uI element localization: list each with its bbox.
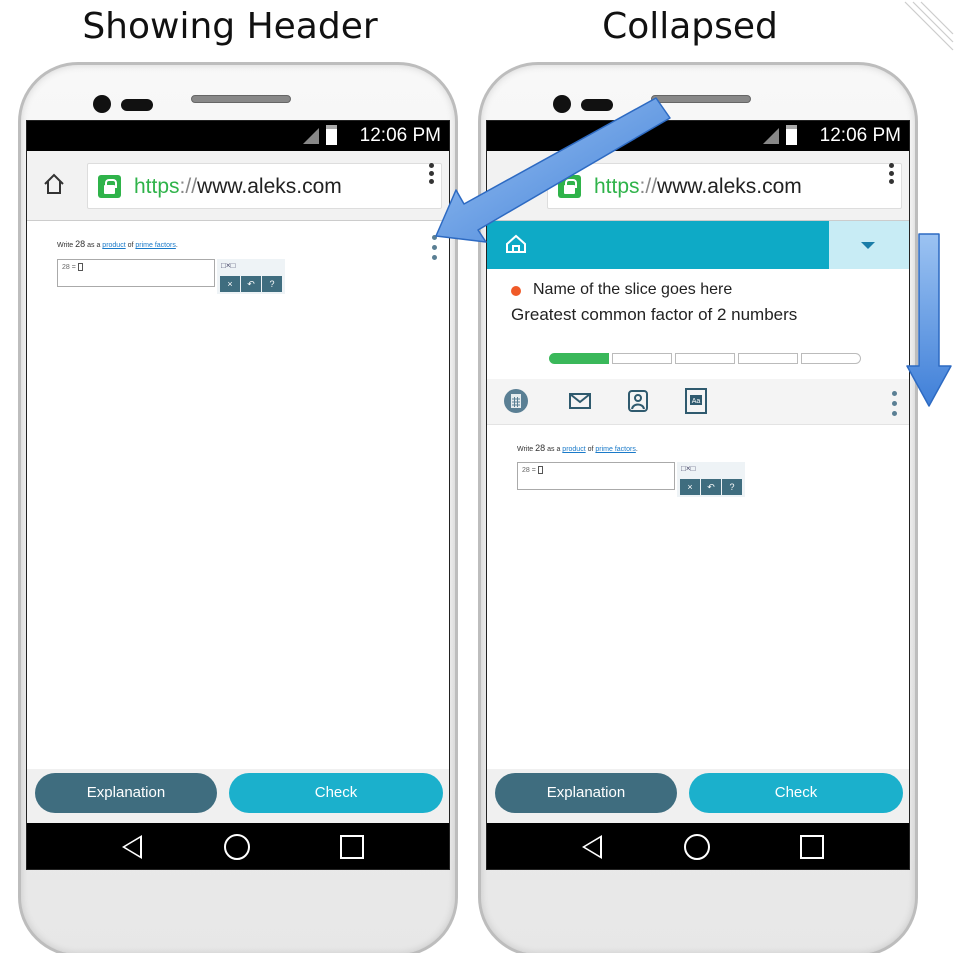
clear-button[interactable]: × <box>220 276 240 292</box>
caption-showing-header: Showing Header <box>82 6 378 47</box>
speaker-grill <box>191 95 291 103</box>
help-button[interactable]: ? <box>722 479 742 495</box>
tool-row: Aa <box>487 379 909 425</box>
status-bar: 12:06 PM <box>27 121 449 151</box>
check-button[interactable]: Check <box>689 773 903 813</box>
android-nav-bar <box>487 823 909 869</box>
question-text: Write 28 as a product of prime factors. <box>57 239 178 249</box>
sensor <box>121 99 153 111</box>
status-time: 12:06 PM <box>359 125 441 146</box>
recents-icon[interactable] <box>340 835 364 859</box>
phone-showing-header: 12:06 PM https://www.aleks.com Write 28 … <box>18 62 458 953</box>
clear-button[interactable]: × <box>680 479 700 495</box>
battery-icon <box>786 125 797 145</box>
caption-collapsed: Collapsed <box>602 6 778 47</box>
header-toggle-icon[interactable] <box>892 391 898 417</box>
explanation-button[interactable]: Explanation <box>35 773 217 813</box>
dictionary-icon[interactable]: Aa <box>683 388 709 414</box>
action-footer: Explanation Check <box>27 769 449 823</box>
home-circle-icon[interactable] <box>224 834 250 860</box>
svg-text:Aa: Aa <box>692 398 701 405</box>
progress-segment <box>675 353 735 364</box>
question-content: Write 28 as a product of prime factors. … <box>27 221 449 769</box>
home-icon[interactable] <box>43 173 65 195</box>
front-camera <box>93 95 111 113</box>
answer-tools: □×□ × ↶ ? <box>217 259 285 294</box>
help-button[interactable]: ? <box>262 276 282 292</box>
calculator-icon[interactable] <box>503 388 529 414</box>
progress-segment <box>612 353 672 364</box>
status-dot <box>511 286 521 296</box>
answer-input[interactable]: 28 = <box>57 259 215 287</box>
multiply-template-button[interactable]: □×□ <box>221 261 235 270</box>
battery-icon <box>326 125 337 145</box>
phone-screen: 12:06 PM https://www.aleks.com Write 28 … <box>26 120 450 870</box>
progress-segment <box>549 353 609 364</box>
lock-icon <box>98 175 121 198</box>
home-circle-icon[interactable] <box>684 834 710 860</box>
check-button[interactable]: Check <box>229 773 443 813</box>
product-link[interactable]: product <box>562 446 585 453</box>
signal-icon <box>303 128 319 144</box>
question-text: Write 28 as a product of prime factors. <box>517 443 638 453</box>
product-link[interactable]: product <box>102 242 125 249</box>
topic-title: Greatest common factor of 2 numbers <box>511 305 798 324</box>
collapse-dropdown-button[interactable] <box>829 221 909 269</box>
corner-decoration <box>904 1 954 51</box>
url-text: https://www.aleks.com <box>134 175 342 198</box>
recents-icon[interactable] <box>800 835 824 859</box>
slice-info: Name of the slice goes here Greatest com… <box>487 269 909 379</box>
mail-icon[interactable] <box>567 388 593 414</box>
question-content: Name of the slice goes here Greatest com… <box>487 221 909 769</box>
slice-name: Name of the slice goes here <box>533 281 733 298</box>
back-icon[interactable] <box>122 835 142 859</box>
answer-input[interactable]: 28 = <box>517 462 675 490</box>
multiply-template-button[interactable]: □×□ <box>681 464 695 473</box>
action-footer: Explanation Check <box>487 769 909 823</box>
prime-factors-link[interactable]: prime factors <box>135 242 175 249</box>
progress-segment <box>738 353 798 364</box>
down-arrow-icon <box>906 233 952 407</box>
signal-icon <box>763 128 779 144</box>
browser-menu-icon[interactable] <box>889 163 895 185</box>
back-icon[interactable] <box>582 835 602 859</box>
caret-down-icon <box>861 242 875 249</box>
undo-button[interactable]: ↶ <box>701 479 721 495</box>
explanation-button[interactable]: Explanation <box>495 773 677 813</box>
diagonal-arrow-icon <box>435 97 671 243</box>
status-time: 12:06 PM <box>819 125 901 146</box>
android-nav-bar <box>27 823 449 869</box>
browser-url-bar: https://www.aleks.com <box>27 151 449 221</box>
worksheet-icon[interactable] <box>625 388 651 414</box>
progress-segment <box>801 353 861 364</box>
answer-tools: □×□ × ↶ ? <box>677 462 745 497</box>
prime-factors-link[interactable]: prime factors <box>595 446 635 453</box>
undo-button[interactable]: ↶ <box>241 276 261 292</box>
url-field[interactable]: https://www.aleks.com <box>87 163 442 209</box>
progress-bar <box>549 353 861 364</box>
